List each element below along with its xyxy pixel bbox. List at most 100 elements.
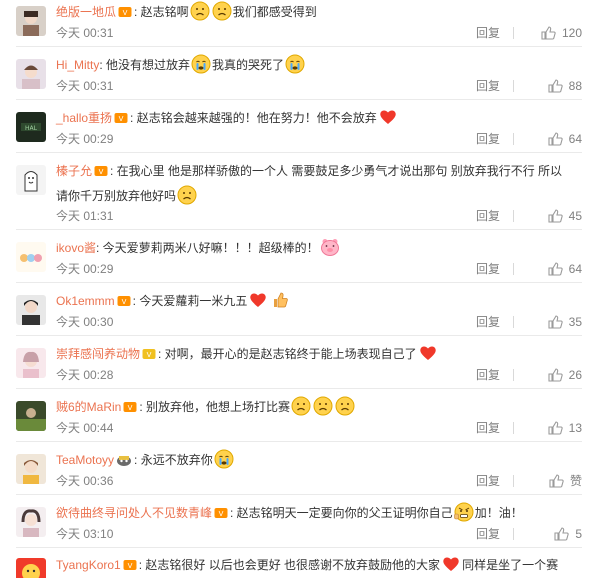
like-button[interactable]: 35 <box>547 313 582 331</box>
like-button[interactable]: 26 <box>547 366 582 384</box>
like-button[interactable]: 120 <box>540 24 582 42</box>
divider <box>16 282 582 283</box>
username-link[interactable]: TeaMotoyy <box>56 453 114 467</box>
comment-meta: 今天 00:44 回复 13 <box>56 419 582 437</box>
avatar[interactable] <box>16 165 46 195</box>
reply-button[interactable]: 回复 <box>476 207 500 225</box>
avatar[interactable] <box>16 295 46 325</box>
comment-meta: 今天 00:29 回复 64 <box>56 260 582 278</box>
username-link[interactable]: TyangKoro1 <box>56 558 121 572</box>
username-link[interactable]: 贼6的MaRin <box>56 400 121 414</box>
reply-button[interactable]: 回复 <box>476 260 500 278</box>
reply-button[interactable]: 回复 <box>476 24 500 42</box>
timestamp: 今天 00:30 <box>56 315 114 329</box>
avatar[interactable] <box>16 242 46 272</box>
username-link[interactable]: _hallo重扬 <box>56 111 112 125</box>
comment-body: : 别放弃他，他想上场打比赛 <box>139 400 291 414</box>
username-link[interactable]: 崇拜感闯养动物 <box>56 347 140 361</box>
username-link[interactable]: 欲待曲终寻问处人不见数青峰 <box>56 506 212 520</box>
divider <box>16 99 582 100</box>
comment-body: : 赵志铭会越来越强的！他在努力！他不会放弃 <box>130 111 377 125</box>
comment-body-tail: 同样是坐了一个赛 <box>462 558 559 572</box>
avatar[interactable] <box>16 401 46 431</box>
divider <box>16 494 582 495</box>
vip-badge-icon <box>116 452 132 474</box>
comment-body-tail: 我真的哭死了 <box>212 58 285 72</box>
svg-text:V: V <box>119 115 124 123</box>
comment-list: 绝版一地瓜 V: 赵志铭啊 我们都感受得到 今天 00:31 回复 120 Hi_M… <box>0 0 596 578</box>
comment-body: : 今天爱萝莉两米八好嘛！！！超级棒的！ <box>96 241 319 255</box>
username-link[interactable]: 榛子允 <box>56 164 92 178</box>
timestamp: 今天 01:31 <box>56 209 114 223</box>
username-link[interactable]: 绝版一地瓜 <box>56 5 116 19</box>
like-count: 45 <box>568 209 582 223</box>
vip-badge-icon: V <box>118 4 132 26</box>
svg-text:V: V <box>99 168 104 176</box>
svg-text:V: V <box>128 404 133 412</box>
reply-button[interactable]: 回复 <box>476 472 500 490</box>
timestamp: 今天 00:29 <box>56 262 114 276</box>
avatar[interactable]: HAL <box>16 112 46 142</box>
divider <box>16 229 582 230</box>
thumbs-up-icon <box>541 26 556 40</box>
vip-badge-icon: V <box>94 163 108 185</box>
reply-button[interactable]: 回复 <box>476 77 500 95</box>
timestamp: 今天 00:31 <box>56 79 114 93</box>
like-count: 35 <box>568 315 582 329</box>
username-link[interactable]: Ok1emmm <box>56 294 115 308</box>
avatar[interactable] <box>16 6 46 36</box>
like-button[interactable]: 赞 <box>548 472 582 490</box>
divider <box>513 475 514 487</box>
reply-button[interactable]: 回复 <box>476 419 500 437</box>
username-link[interactable]: Hi_Mitty <box>56 58 99 72</box>
divider <box>16 335 582 336</box>
comment-body: : 他没有想过放弃 <box>99 58 191 72</box>
comment-body: : 对啊，最开心的是赵志铭终于能上场表现自己了 <box>158 347 417 361</box>
avatar[interactable] <box>16 507 46 537</box>
thumbs-up-icon <box>548 262 563 276</box>
divider <box>16 547 582 548</box>
like-count: 5 <box>575 527 582 541</box>
like-count: 120 <box>561 26 582 40</box>
vip-badge-icon: V <box>123 399 137 421</box>
like-count: 64 <box>568 262 582 276</box>
reply-button[interactable]: 回复 <box>476 313 500 331</box>
username-link[interactable]: ikovo酱 <box>56 241 96 255</box>
like-count: 88 <box>568 79 582 93</box>
like-button[interactable]: 5 <box>553 525 582 543</box>
thumbs-up-icon <box>549 474 564 488</box>
avatar[interactable] <box>16 558 46 578</box>
reply-button[interactable]: 回复 <box>476 130 500 148</box>
like-count: 赞 <box>569 474 582 488</box>
comment-body: : 今天爱蘿莉一米九五 <box>132 294 248 308</box>
svg-text:V: V <box>123 9 128 17</box>
comment-body: : 赵志铭很好 以后也会更好 也很感谢不放弃鼓励他的大家 <box>138 558 441 572</box>
avatar[interactable] <box>16 348 46 378</box>
comment-text: TyangKoro1 V: 赵志铭很好 以后也会更好 也很感谢不放弃鼓励他的大家 同… <box>56 554 582 578</box>
comment-meta: 今天 00:31 回复 120 <box>56 24 582 42</box>
vip-badge-icon: V <box>123 557 137 578</box>
reply-button[interactable]: 回复 <box>476 366 500 384</box>
like-button[interactable]: 45 <box>547 207 582 225</box>
red-heart-emoji-icon <box>441 554 461 578</box>
like-count: 64 <box>568 132 582 146</box>
like-button[interactable]: 64 <box>547 260 582 278</box>
comment-text: 榛子允 V: 在我心里 他是那样骄傲的一个人 需要鼓足多少勇气才说出那句 别放弃我… <box>56 160 582 212</box>
avatar[interactable] <box>16 59 46 89</box>
like-button[interactable]: 88 <box>547 77 582 95</box>
svg-text:V: V <box>121 298 126 306</box>
timestamp: 今天 00:28 <box>56 368 114 382</box>
divider <box>513 528 514 540</box>
divider <box>513 369 514 381</box>
avatar[interactable] <box>16 454 46 484</box>
timestamp: 今天 03:10 <box>56 527 114 541</box>
comment-body: : 赵志铭啊 <box>134 5 189 19</box>
vip-badge-icon: V <box>214 505 228 527</box>
like-button[interactable]: 64 <box>547 130 582 148</box>
like-button[interactable]: 13 <box>547 419 582 437</box>
timestamp: 今天 00:44 <box>56 421 114 435</box>
divider <box>513 316 514 328</box>
divider <box>16 46 582 47</box>
thumbs-up-icon <box>548 421 563 435</box>
reply-button[interactable]: 回复 <box>476 525 500 543</box>
